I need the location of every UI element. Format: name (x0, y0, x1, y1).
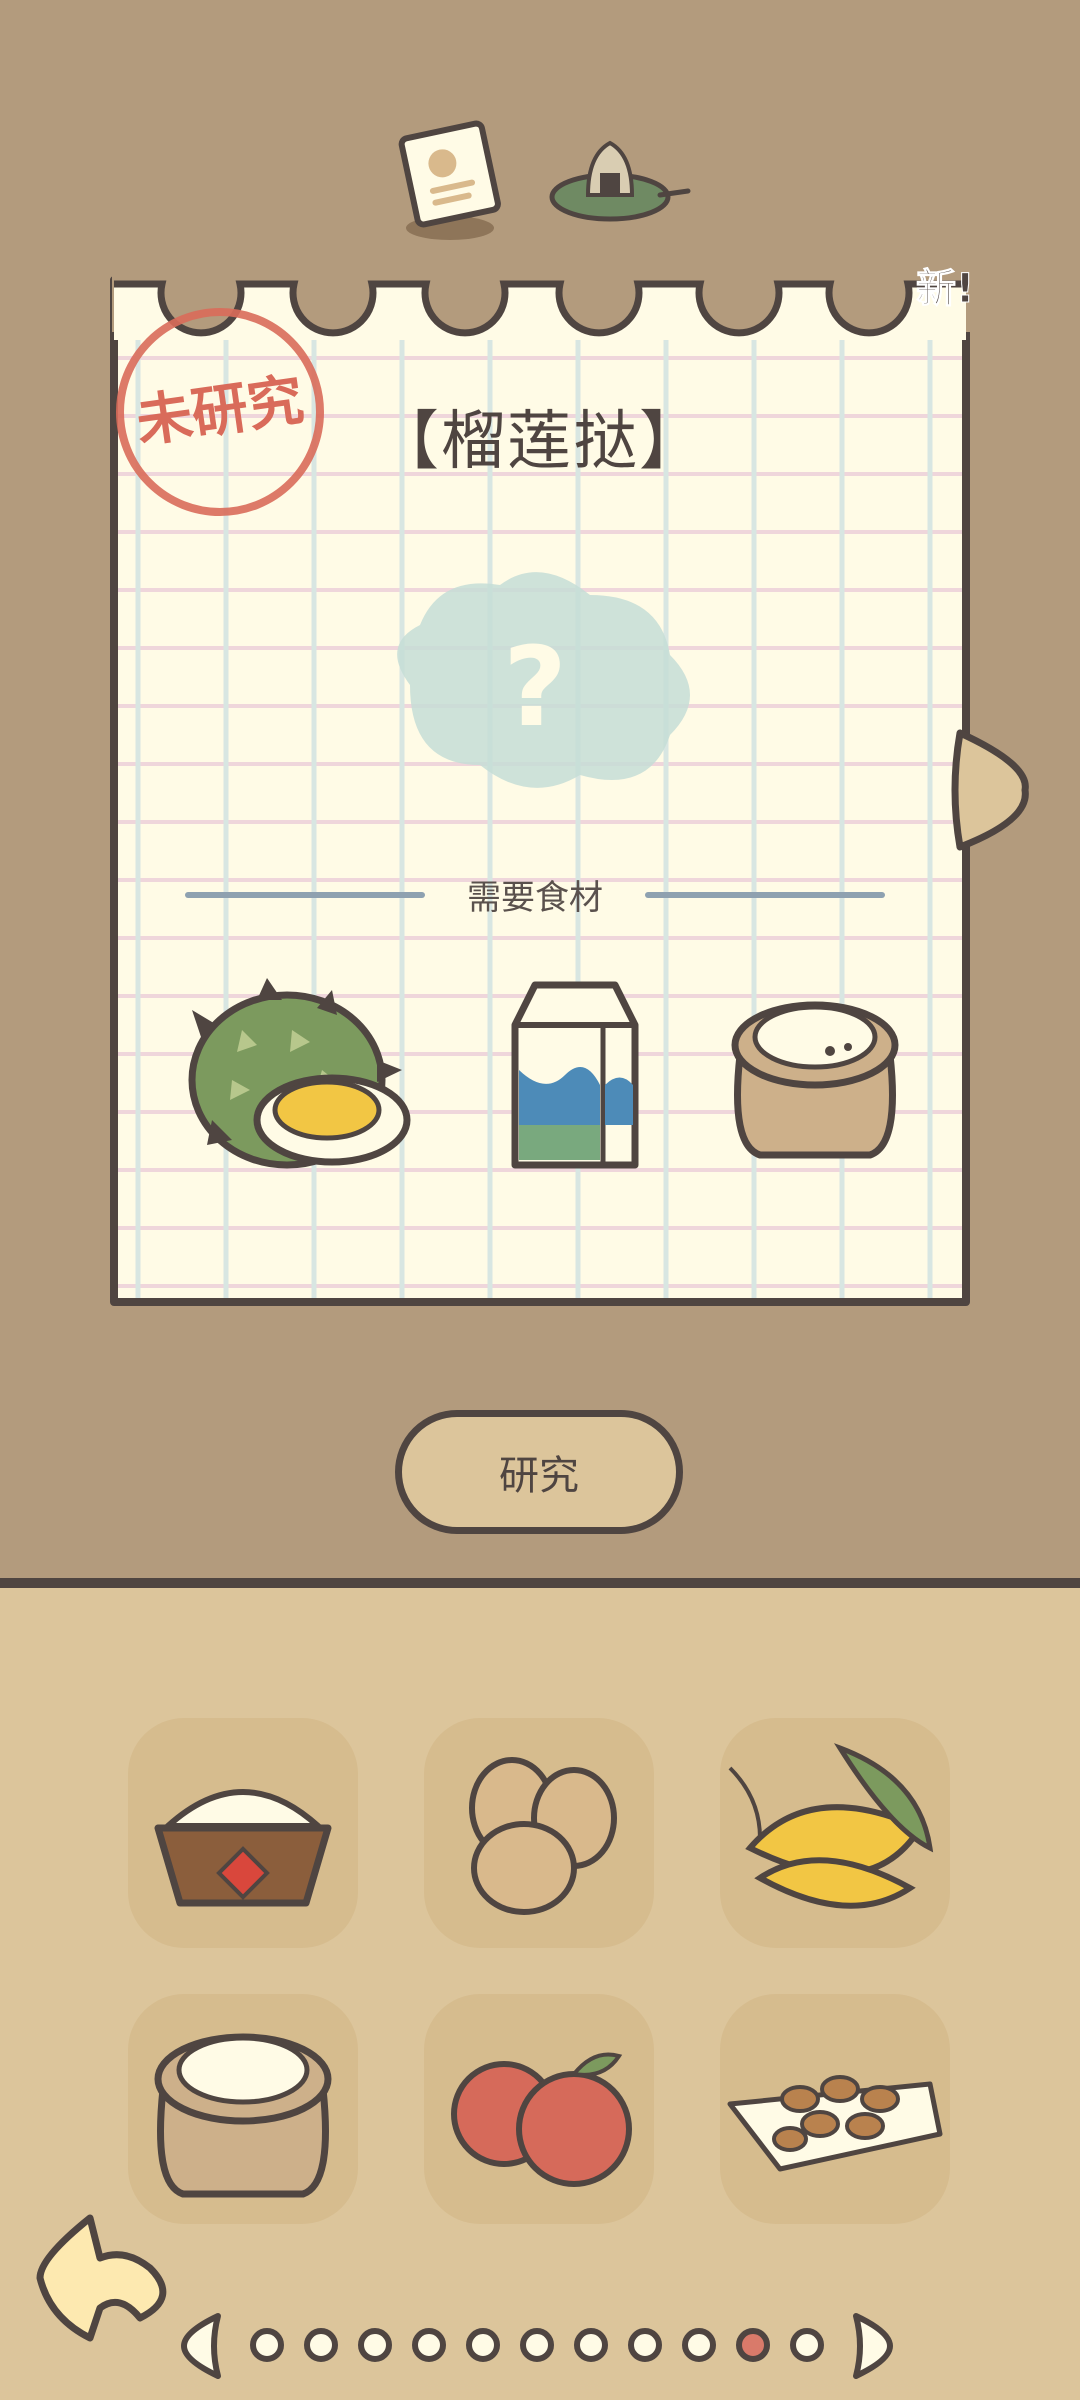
inventory-slot-flour[interactable] (128, 1994, 358, 2224)
page-indicator (180, 2306, 900, 2386)
page-dot-2[interactable] (304, 2328, 338, 2362)
page-dot-3[interactable] (358, 2328, 392, 2362)
eggs-icon (469, 1757, 617, 1915)
page-dot-7[interactable] (574, 2328, 608, 2362)
page-dot-9[interactable] (682, 2328, 716, 2362)
next-page-arrow[interactable] (850, 2312, 894, 2380)
corn-icon (728, 1743, 934, 1909)
header-line-right (645, 892, 885, 898)
back-arrow-icon[interactable] (30, 2208, 180, 2348)
next-recipe-arrow[interactable] (950, 725, 1030, 855)
unknown-dish-question-icon: ? (370, 555, 710, 800)
inventory-slot-corn[interactable] (720, 1718, 950, 1948)
page-dot-4[interactable] (412, 2328, 446, 2362)
ingredients-header: 需要食材 (185, 870, 885, 920)
page-dot-5[interactable] (466, 2328, 500, 2362)
flour-sack-icon (720, 985, 910, 1165)
flour-sack-icon (154, 2033, 332, 2198)
recipe-title: 【榴莲挞】 (375, 405, 705, 479)
inventory-slot-rice[interactable] (128, 1718, 358, 1948)
page-dot-11[interactable] (790, 2328, 824, 2362)
page-dot-10[interactable] (736, 2328, 770, 2362)
panel-divider (0, 1578, 1080, 1588)
new-badge: 新! (915, 266, 975, 313)
apples-icon (451, 2052, 632, 2187)
research-button[interactable]: 研究 (395, 1410, 683, 1534)
nuts-icon (727, 2075, 943, 2172)
page-dot-8[interactable] (628, 2328, 662, 2362)
inventory-slot-nuts[interactable] (720, 1994, 950, 2224)
svg-text:?: ? (503, 623, 567, 751)
durian-icon (172, 970, 422, 1180)
prev-page-arrow[interactable] (180, 2312, 224, 2380)
milk-carton-icon (495, 975, 650, 1175)
inventory-slot-apples[interactable] (424, 1994, 654, 2224)
food-tab-icon[interactable] (548, 135, 693, 230)
rice-bowl-icon (154, 1789, 332, 1907)
recipe-tab-icon[interactable] (395, 120, 505, 245)
page-dot-6[interactable] (520, 2328, 554, 2362)
page-dot-1[interactable] (250, 2328, 284, 2362)
inventory-slot-eggs[interactable] (424, 1718, 654, 1948)
